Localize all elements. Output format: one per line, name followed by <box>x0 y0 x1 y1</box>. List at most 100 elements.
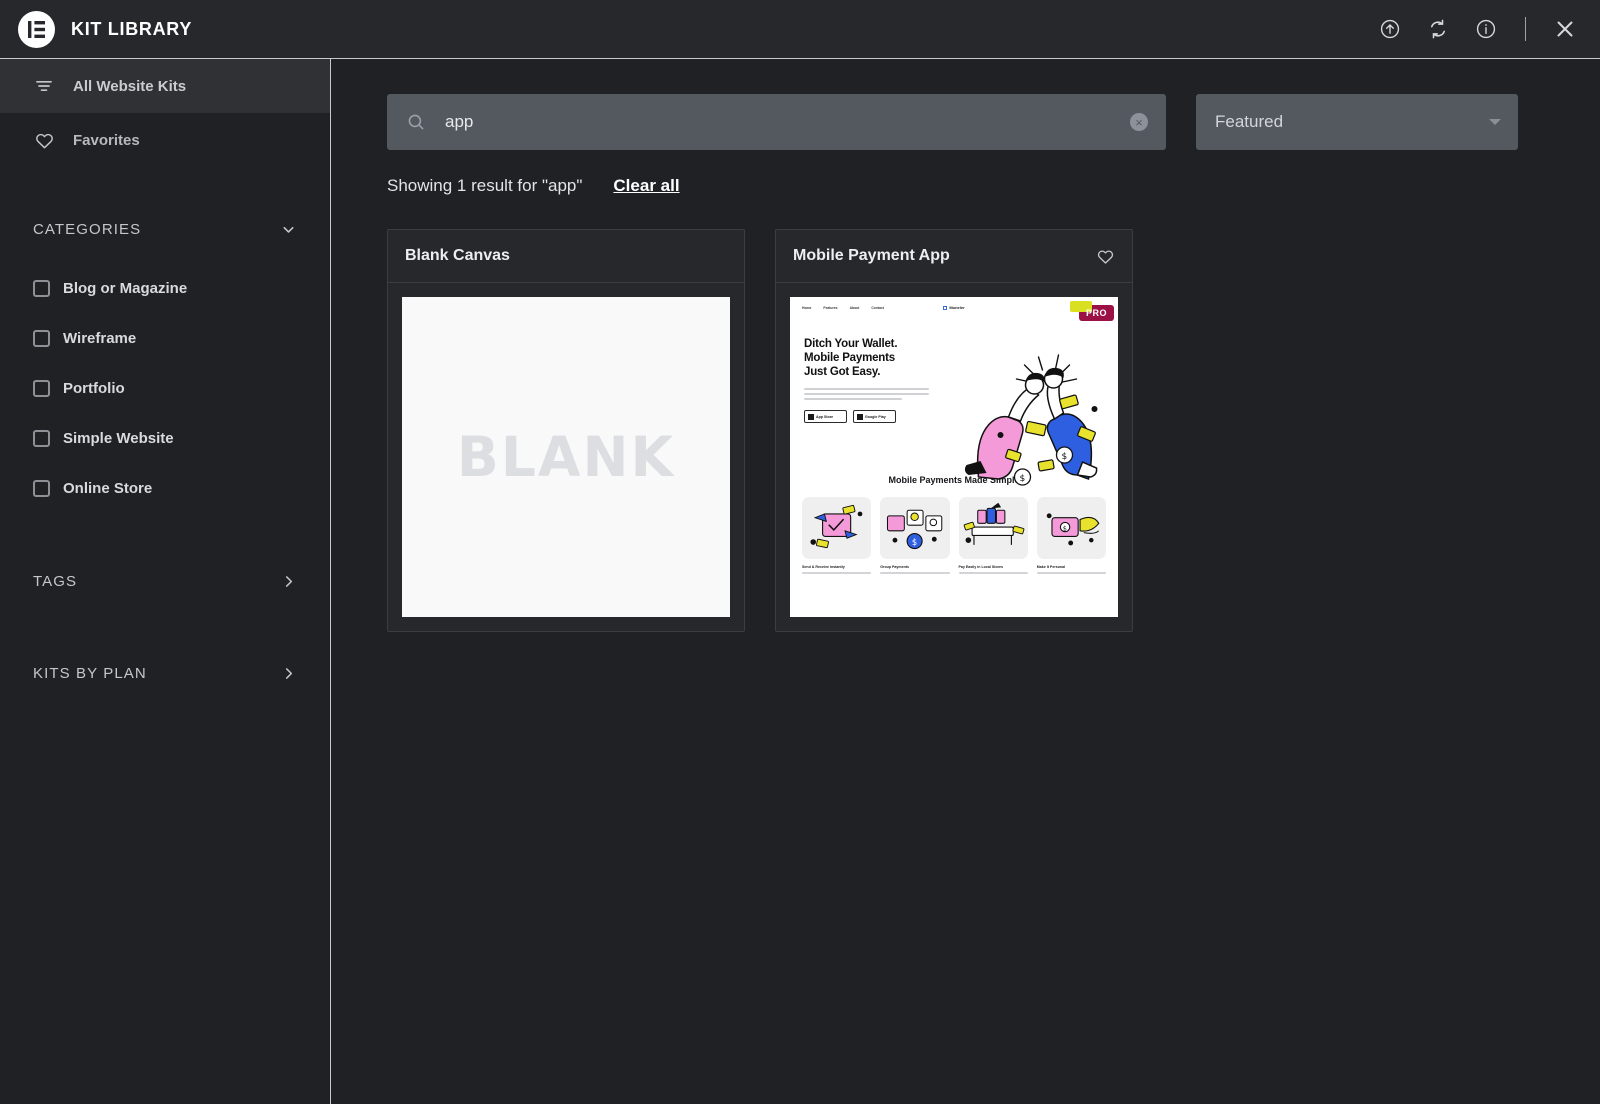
filter-lines-icon <box>33 75 55 97</box>
category-checkbox-row[interactable]: Wireframe <box>0 313 330 363</box>
card-body: BLANK <box>388 283 744 631</box>
kits-by-plan-title: KITS BY PLAN <box>33 664 147 682</box>
tags-title: TAGS <box>33 572 78 590</box>
main-content: × Featured Showing 1 result for "app" Cl… <box>332 59 1600 1104</box>
svg-text:$: $ <box>912 537 917 547</box>
category-label: Blog or Magazine <box>63 279 188 297</box>
preview-logo-text: Moneler <box>949 305 965 310</box>
feature-card <box>958 497 1028 559</box>
feature-caption-text: Pay Easily in Local Stores <box>958 565 1004 569</box>
feature-caption: Pay Easily in Local Stores <box>958 565 1028 574</box>
feature-card <box>802 497 872 559</box>
top-bar-actions <box>1377 16 1600 42</box>
kit-card-mobile-payment-app[interactable]: Mobile Payment App PRO Home Features Abo… <box>775 229 1133 632</box>
page-title: KIT LIBRARY <box>71 18 193 39</box>
kit-card-blank-canvas[interactable]: Blank Canvas BLANK <box>387 229 745 632</box>
preview-feature-cards: $ $ <box>790 497 1118 559</box>
sidebar-item-favorites[interactable]: Favorites <box>0 113 330 167</box>
preview-headline-line: Ditch Your Wallet. <box>804 338 898 350</box>
app-store-label: App Store <box>816 414 834 419</box>
preview-paragraph <box>804 388 929 400</box>
checkbox-online-store[interactable] <box>33 479 50 497</box>
google-play-button: Google Play <box>853 410 896 423</box>
checkbox-blog-or-magazine[interactable] <box>33 279 50 297</box>
preview-hero-text: Ditch Your Wallet. Mobile Payments Just … <box>804 337 929 469</box>
play-icon <box>857 413 863 420</box>
preview-hero-illustration: $ $ <box>929 337 1118 486</box>
feature-caption-text: Send & Receive Instantly <box>802 565 845 569</box>
card-header: Blank Canvas <box>388 230 744 283</box>
kits-grid: Blank Canvas BLANK Mobile Payment App PR… <box>332 196 1600 632</box>
kit-title: Blank Canvas <box>405 247 510 264</box>
brand: KIT LIBRARY <box>0 10 193 48</box>
sort-select-value: Featured <box>1215 112 1284 131</box>
categories-list: Blog or Magazine Wireframe Portfolio Sim… <box>0 263 330 513</box>
blank-label: BLANK <box>456 425 676 489</box>
kits-by-plan-section-header[interactable]: KITS BY PLAN <box>0 656 330 690</box>
apple-icon <box>808 413 814 420</box>
top-bar: KIT LIBRARY <box>0 0 1600 59</box>
card-body: PRO Home Features About Contact Moneler … <box>776 283 1132 631</box>
category-label: Portfolio <box>63 379 125 397</box>
preview-store-buttons: App Store Google Play <box>804 410 929 423</box>
checkbox-wireframe[interactable] <box>33 329 50 347</box>
category-label: Wireframe <box>63 329 137 347</box>
chevron-right-icon <box>280 573 297 590</box>
feature-caption: Make It Personal <box>1036 565 1106 574</box>
dropdown-arrow-icon <box>1489 119 1501 125</box>
results-count-text: Showing 1 result for "app" <box>387 176 583 195</box>
category-label: Online Store <box>63 479 153 497</box>
tags-section-header[interactable]: TAGS <box>0 564 330 598</box>
feature-card: $ <box>880 497 950 559</box>
preview-headline-line: Just Got Easy. <box>804 366 881 378</box>
search-field[interactable]: × <box>387 94 1166 150</box>
sidebar: All Website Kits Favorites CATEGORIES Bl… <box>0 59 331 1104</box>
svg-text:$: $ <box>1062 452 1068 462</box>
svg-text:$: $ <box>1020 474 1026 484</box>
card-header: Mobile Payment App <box>776 230 1132 283</box>
search-toolbar: × Featured <box>332 59 1600 150</box>
feature-caption-text: Make It Personal <box>1036 565 1066 569</box>
categories-section-header[interactable]: CATEGORIES <box>0 212 330 246</box>
category-checkbox-row[interactable]: Portfolio <box>0 363 330 413</box>
local-stores-illustration <box>963 502 1024 545</box>
app-store-button: App Store <box>804 410 847 423</box>
chevron-down-icon <box>280 221 297 238</box>
kit-thumbnail-blank[interactable]: BLANK <box>402 297 730 617</box>
send-receive-illustration <box>810 504 863 549</box>
sidebar-item-label: Favorites <box>73 131 140 149</box>
sync-icon[interactable] <box>1425 16 1451 42</box>
kit-title: Mobile Payment App <box>793 247 950 264</box>
elementor-logo-icon <box>18 10 55 48</box>
elementor-logo-glyph <box>28 20 45 38</box>
chevron-right-icon <box>280 665 297 682</box>
svg-text:$: $ <box>1062 524 1066 532</box>
info-icon[interactable] <box>1473 16 1499 42</box>
preview-logo: Moneler <box>790 305 1118 310</box>
category-checkbox-row[interactable]: Blog or Magazine <box>0 263 330 313</box>
toolbar-divider <box>1525 17 1526 41</box>
make-it-personal-illustration: $ <box>1046 513 1100 546</box>
kit-thumbnail-preview[interactable]: PRO Home Features About Contact Moneler … <box>790 297 1118 617</box>
feature-card: $ <box>1036 497 1106 559</box>
close-icon[interactable] <box>1552 16 1578 42</box>
category-label: Simple Website <box>63 429 174 447</box>
clear-circle-icon[interactable]: × <box>1130 113 1148 131</box>
heart-icon <box>33 129 55 151</box>
category-checkbox-row[interactable]: Online Store <box>0 463 330 513</box>
high-five-money-illustration: $ $ <box>964 354 1098 486</box>
feature-caption: Group Payments <box>880 565 950 574</box>
heart-outline-icon[interactable] <box>1096 247 1115 266</box>
upload-icon[interactable] <box>1377 16 1403 42</box>
categories-title: CATEGORIES <box>33 220 142 238</box>
preview-feature-captions: Send & Receive Instantly Group Payments … <box>790 559 1118 574</box>
sidebar-item-all-website-kits[interactable]: All Website Kits <box>0 59 330 113</box>
search-input[interactable] <box>426 112 1130 132</box>
category-checkbox-row[interactable]: Simple Website <box>0 413 330 463</box>
feature-caption: Send & Receive Instantly <box>802 565 872 574</box>
sort-select[interactable]: Featured <box>1196 94 1518 150</box>
clear-all-link[interactable]: Clear all <box>613 176 679 196</box>
preview-logo-mark <box>943 305 948 310</box>
checkbox-simple-website[interactable] <box>33 429 50 447</box>
checkbox-portfolio[interactable] <box>33 379 50 397</box>
